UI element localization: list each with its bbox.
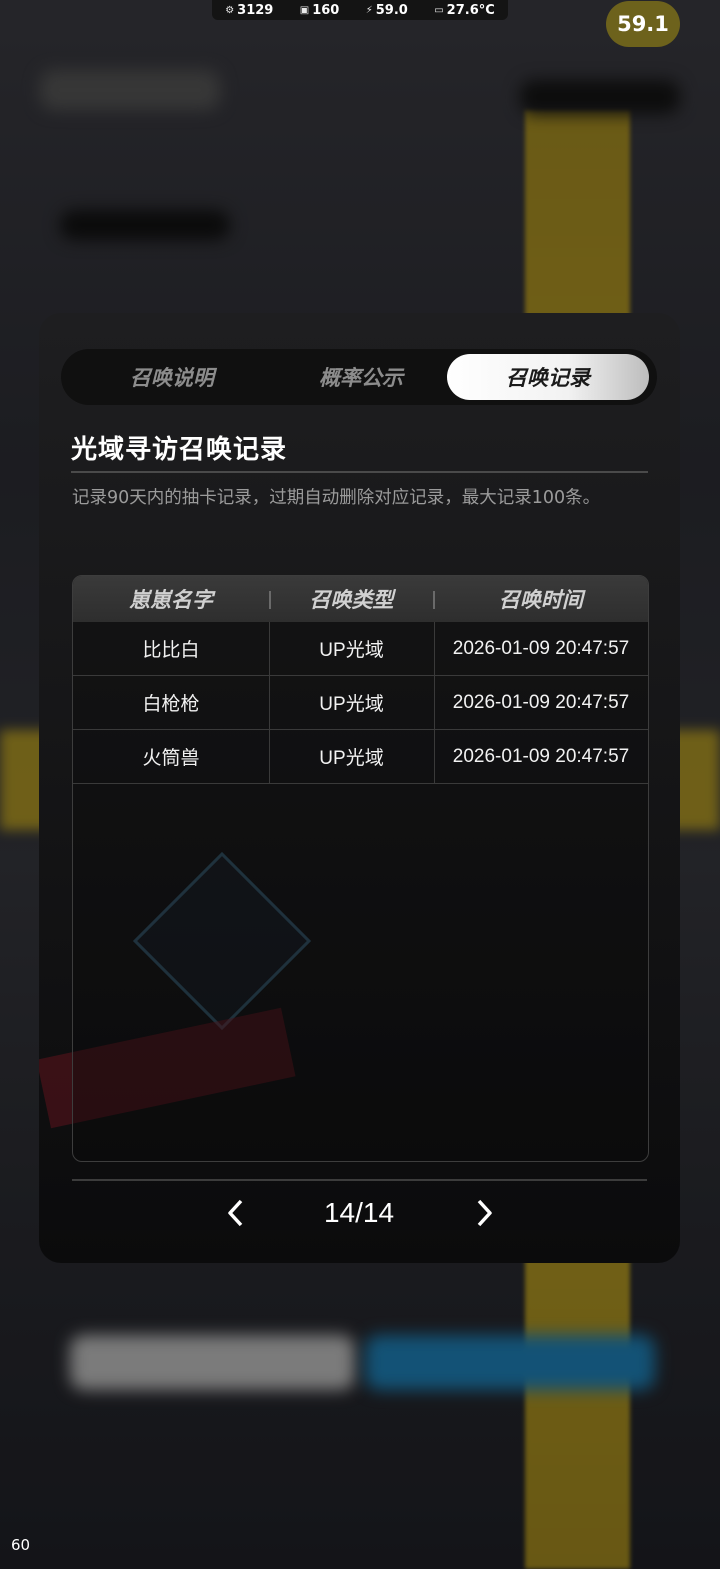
pager-divider (72, 1179, 647, 1181)
table-row: 火筒兽 UP光域 2026-01-09 20:47:57 (73, 730, 648, 784)
table-row: 比比白 UP光域 2026-01-09 20:47:57 (73, 622, 648, 676)
column-header-time: 召唤时间 (499, 588, 583, 612)
fps-badge: 59.1 (606, 1, 680, 47)
temp-value: 27.6°C (446, 2, 495, 18)
battery-icon: ▭ (434, 4, 444, 16)
gpu-status: ▣ 160 (300, 3, 340, 18)
tab-summon-info[interactable]: 召唤说明 (71, 354, 273, 400)
cpu-freq: 3129 (237, 2, 274, 18)
record-table: 崽崽名字 召唤类型 召唤时间 比比白 UP光域 2026-01-09 20:47… (72, 575, 649, 1162)
column-header-type: 召唤类型 (309, 588, 394, 612)
next-page-button[interactable] (464, 1193, 504, 1233)
prev-page-button[interactable] (216, 1193, 256, 1233)
temp-status: ▭ 27.6°C (434, 3, 495, 18)
corner-number: 60 (11, 1536, 31, 1554)
gpu-icon: ▣ (299, 4, 310, 16)
chevron-left-icon (228, 1199, 243, 1227)
gpu-freq: 160 (312, 2, 340, 18)
cpu-status: ⚙ 3129 (225, 3, 273, 18)
table-header: 崽崽名字 召唤类型 召唤时间 (73, 576, 648, 622)
system-status-bar: ⚙ 3129 ▣ 160 ⚡ 59.0 ▭ 27.6°C (212, 0, 508, 20)
title-divider (71, 471, 648, 473)
cell-time: 2026-01-09 20:47:57 (452, 637, 630, 659)
chevron-right-icon (477, 1199, 492, 1227)
page-indicator: 14/14 (323, 1197, 395, 1228)
power-value: 59.0 (375, 2, 408, 18)
cell-name: 比比白 (73, 622, 270, 675)
cpu-icon: ⚙ (225, 4, 235, 16)
tab-summon-record[interactable]: 召唤记录 (447, 354, 649, 400)
tab-bar: 召唤说明 概率公示 召唤记录 (61, 349, 657, 405)
record-title: 光域寻访召唤记录 (71, 435, 288, 465)
summon-dialog: 召唤说明 概率公示 召唤记录 光域寻访召唤记录 记录90天内的抽卡记录，过期自动… (39, 313, 680, 1263)
power-status: ⚡ 59.0 (366, 3, 408, 18)
cell-name: 白枪枪 (73, 676, 270, 729)
cell-name: 火筒兽 (73, 730, 270, 783)
cell-type: UP光域 (269, 622, 435, 675)
column-header-name: 崽崽名字 (129, 588, 213, 612)
cell-type: UP光域 (269, 676, 435, 729)
cell-time: 2026-01-09 20:47:57 (452, 691, 630, 713)
cell-type: UP光域 (269, 730, 435, 783)
table-row: 白枪枪 UP光域 2026-01-09 20:47:57 (73, 676, 648, 730)
tab-probability[interactable]: 概率公示 (260, 354, 462, 400)
cell-time: 2026-01-09 20:47:57 (452, 745, 630, 767)
power-icon: ⚡ (365, 4, 373, 16)
record-description: 记录90天内的抽卡记录，过期自动删除对应记录，最大记录100条。 (72, 488, 601, 508)
